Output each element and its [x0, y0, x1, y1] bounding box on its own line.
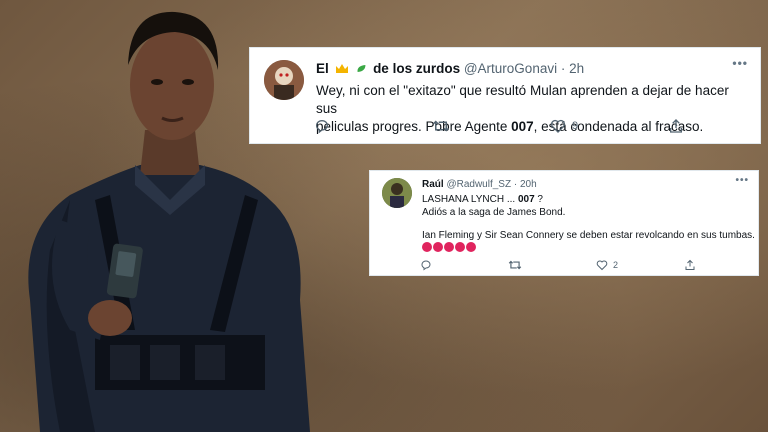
- tweet-text-line-2: Adiós a la saga de James Bond.: [422, 207, 566, 218]
- tweet-card-1[interactable]: El de los zurdos @ArturoGonavi · 2h ••• …: [249, 47, 761, 144]
- angry-face-icon: [433, 242, 443, 252]
- text-segment: ?: [534, 194, 543, 205]
- like-count: 2: [613, 260, 619, 270]
- reply-icon: [316, 120, 328, 134]
- display-name-suffix[interactable]: de los zurdos: [373, 61, 460, 76]
- timestamp[interactable]: 2h: [569, 61, 584, 76]
- tweet-header: Raúl @Radwulf_SZ · 20h: [422, 179, 537, 190]
- retweet-button[interactable]: [432, 118, 550, 134]
- retweet-icon: [508, 260, 522, 270]
- reply-button[interactable]: [314, 118, 432, 134]
- tweet-actions: 9: [314, 118, 684, 134]
- display-name-prefix[interactable]: El: [316, 61, 329, 76]
- retweet-icon: [432, 120, 450, 132]
- angry-face-icon: [466, 242, 476, 252]
- tweet-header: El de los zurdos @ArturoGonavi · 2h: [316, 61, 584, 76]
- tweet-actions: 2: [420, 259, 710, 271]
- like-button[interactable]: 9: [550, 118, 668, 134]
- display-name[interactable]: Raúl: [422, 179, 444, 190]
- share-icon: [670, 119, 682, 133]
- tweet-text-line-1: LASHANA LYNCH ... 007 ?: [422, 193, 543, 206]
- angry-face-icon: [422, 242, 432, 252]
- tweet-card-2[interactable]: Raúl @Radwulf_SZ · 20h ••• LASHANA LYNCH…: [369, 170, 759, 276]
- avatar[interactable]: [264, 60, 304, 100]
- retweet-button[interactable]: [508, 259, 596, 271]
- tweet-text-line-3: Ian Fleming y Sir Sean Connery se deben …: [422, 230, 755, 241]
- tweet-text-line-1: Wey, ni con el "exitazo" que resultó Mul…: [316, 83, 729, 116]
- avatar[interactable]: [382, 178, 412, 208]
- like-count: 9: [572, 120, 579, 132]
- more-icon[interactable]: •••: [735, 175, 749, 186]
- reply-button[interactable]: [420, 259, 508, 271]
- angry-face-icon: [444, 242, 454, 252]
- separator: ·: [560, 61, 566, 76]
- share-icon: [685, 259, 695, 270]
- reply-icon: [421, 260, 431, 271]
- handle[interactable]: @Radwulf_SZ: [446, 179, 511, 190]
- handle[interactable]: @ArturoGonavi: [464, 61, 557, 76]
- leaf-icon: [357, 64, 366, 73]
- crown-icon: [335, 64, 348, 73]
- more-icon[interactable]: •••: [732, 56, 748, 70]
- separator: ·: [513, 179, 518, 190]
- like-icon: [596, 260, 608, 271]
- timestamp[interactable]: 20h: [520, 179, 537, 190]
- like-button[interactable]: 2: [596, 259, 684, 271]
- emoji-row: [422, 242, 477, 255]
- share-button[interactable]: [684, 259, 696, 271]
- text-segment: LASHANA LYNCH ...: [422, 194, 518, 205]
- like-icon: [550, 119, 566, 133]
- angry-face-icon: [455, 242, 465, 252]
- text-bold-segment: 007: [517, 194, 535, 205]
- share-button[interactable]: [668, 118, 684, 134]
